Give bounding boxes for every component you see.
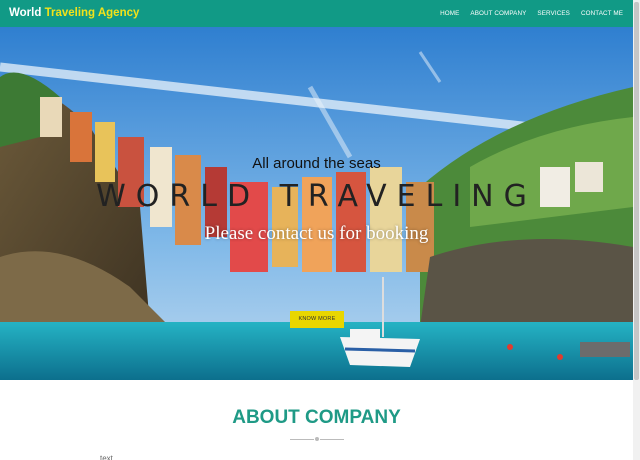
top-navbar: World Traveling Agency HOME ABOUT COMPAN… bbox=[0, 0, 633, 27]
site-brand[interactable]: World Traveling Agency bbox=[9, 7, 139, 19]
nav-item-home[interactable]: HOME bbox=[440, 10, 459, 17]
section-divider bbox=[290, 437, 344, 441]
hero-section: All around the seas WORLD TRAVELING Plea… bbox=[0, 27, 633, 380]
divider-dot bbox=[315, 437, 319, 441]
vertical-scrollbar[interactable] bbox=[633, 0, 640, 460]
hero-headline: WORLD TRAVELING bbox=[96, 179, 537, 214]
brand-word-agency: Traveling Agency bbox=[44, 7, 140, 19]
about-text-partial: text bbox=[100, 454, 113, 460]
divider-line-left bbox=[290, 438, 314, 440]
page: World Traveling Agency HOME ABOUT COMPAN… bbox=[0, 0, 633, 460]
know-more-button[interactable]: KNOW MORE bbox=[290, 311, 344, 328]
nav-menu: HOME ABOUT COMPANY SERVICES CONTACT ME bbox=[440, 10, 623, 17]
hero-subheadline: Please contact us for booking bbox=[204, 223, 429, 244]
nav-item-contact-me[interactable]: CONTACT ME bbox=[581, 10, 623, 17]
nav-item-services[interactable]: SERVICES bbox=[537, 10, 570, 17]
hero-tagline: All around the seas bbox=[252, 155, 381, 172]
nav-item-about-company[interactable]: ABOUT COMPANY bbox=[470, 10, 526, 17]
about-company-title: ABOUT COMPANY bbox=[232, 407, 401, 428]
scrollbar-thumb[interactable] bbox=[634, 2, 639, 380]
brand-word-world: World bbox=[9, 7, 42, 19]
divider-line-right bbox=[320, 438, 344, 440]
